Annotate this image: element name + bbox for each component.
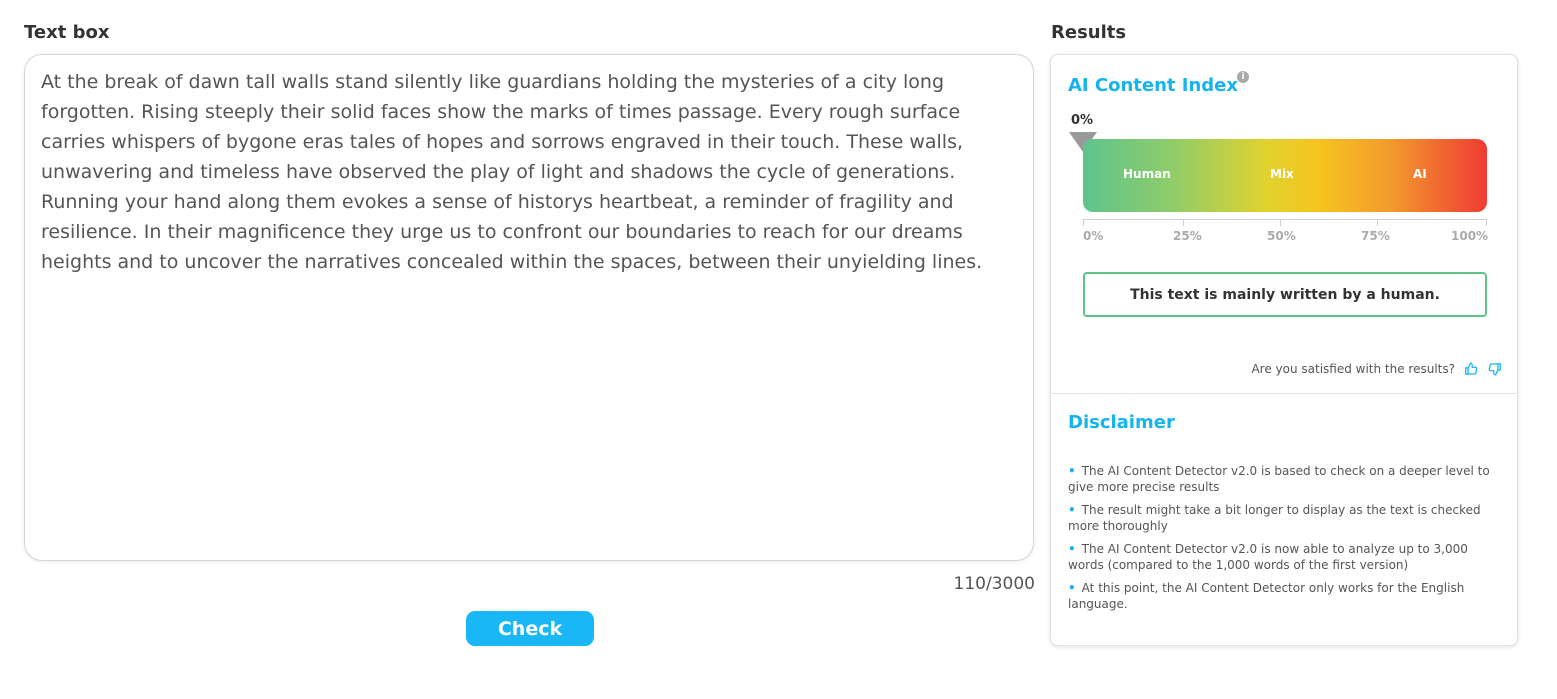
disclaimer-title: Disclaimer [1068, 412, 1175, 433]
gauge-label-mix: Mix [1270, 167, 1294, 181]
axis-tick [1083, 219, 1084, 226]
card-divider [1051, 393, 1517, 394]
ai-gauge-bar: Human Mix AI [1083, 139, 1487, 212]
tick-label: 25% [1173, 229, 1202, 243]
satisfaction-feedback: Are you satisfied with the results? [1251, 361, 1503, 377]
gauge-label-ai: AI [1413, 167, 1427, 181]
word-counter: 110/3000 [953, 574, 1035, 594]
ai-content-index-title: AI Content Index [1068, 75, 1238, 96]
axis-tick [1486, 219, 1487, 226]
text-input-area[interactable]: At the break of dawn tall walls stand si… [24, 54, 1034, 561]
tick-label: 50% [1267, 229, 1296, 243]
thumbs-down-icon[interactable] [1487, 361, 1503, 377]
disclaimer-item: • The result might take a bit longer to d… [1068, 503, 1481, 533]
axis-tick [1377, 219, 1378, 226]
tick-label: 100% [1451, 229, 1489, 243]
disclaimer-item: • The AI Content Detector v2.0 is now abl… [1068, 542, 1468, 572]
results-title: Results [1051, 22, 1127, 43]
gauge-label-human: Human [1123, 167, 1171, 181]
tick-label: 0% [1083, 229, 1104, 243]
check-button[interactable]: Check [466, 611, 594, 646]
gauge-axis [1083, 219, 1487, 220]
axis-tick [1183, 219, 1184, 226]
satisfaction-prompt: Are you satisfied with the results? [1251, 362, 1455, 376]
score-label: 0% [1071, 113, 1094, 128]
verdict-text: This text is mainly written by a human. [1130, 286, 1440, 303]
disclaimer-item: • At this point, the AI Content Detector … [1068, 581, 1465, 611]
results-card: AI Content Index i 0% Human Mix AI 0% 25… [1050, 54, 1518, 646]
tick-label: 75% [1361, 229, 1390, 243]
thumbs-up-icon[interactable] [1463, 361, 1479, 377]
disclaimer-list: • The AI Content Detector v2.0 is based t… [1068, 463, 1498, 619]
axis-tick [1280, 219, 1281, 226]
disclaimer-item: • The AI Content Detector v2.0 is based t… [1068, 464, 1490, 494]
info-icon[interactable]: i [1237, 71, 1249, 83]
verdict-box: This text is mainly written by a human. [1083, 272, 1487, 317]
textbox-title: Text box [24, 22, 110, 43]
